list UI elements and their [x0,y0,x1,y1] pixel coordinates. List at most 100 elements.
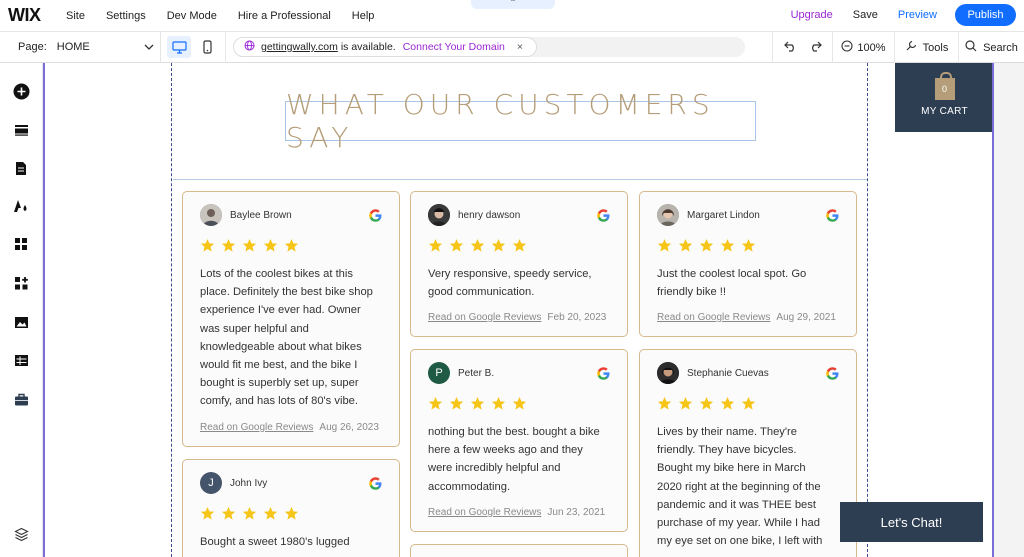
undo-redo [772,32,832,63]
undo-icon[interactable] [783,41,797,55]
cart-label: MY CART [921,106,968,117]
left-sidebar [0,63,43,557]
chat-button[interactable]: Let's Chat! [840,502,983,542]
review-line: here a few weeks ago and they [428,444,583,457]
apps-icon[interactable] [12,235,30,253]
review-line: was super helpful and [200,322,309,335]
page-title[interactable]: WHAT OUR CUSTOMERS SAY [285,88,756,154]
review-line: Bought my bike here in March [657,462,806,475]
review-line: Very responsive, speedy service, [428,268,592,280]
star-icon [699,238,714,253]
desktop-icon[interactable] [167,36,191,58]
grid-guide-left [171,63,172,557]
review-card: Margaret Lindon Just the coolest local s… [639,191,857,337]
google-reviews-link[interactable]: Read on Google Reviews [657,312,770,323]
design-icon[interactable] [12,197,30,215]
review-line: knowledgeable about what bikes [200,340,362,353]
review-line: 2020 right at the beginning of the [657,480,821,493]
pages-icon[interactable] [12,159,30,177]
review-line: friendly bike !! [657,286,727,299]
connect-domain-link[interactable]: Connect Your Domain [403,41,505,53]
review-line: friendly. They have bicycles. [657,444,797,457]
review-line: place. Definitely the best bike shop [200,286,373,299]
editor-canvas[interactable]: WHAT OUR CUSTOMERS SAY 0 MY CART Baylee … [43,63,994,557]
reviewer-name: Stephanie Cuevas [687,367,769,379]
nav-dev-mode[interactable]: Dev Mode [167,10,217,22]
google-icon [825,208,840,223]
zoom-out-icon [841,40,853,55]
star-icon [699,396,714,411]
star-icon [512,396,527,411]
review-text: Bought a sweet 1980's lugged [200,533,350,551]
redo-icon[interactable] [809,41,822,55]
review-line: comfy, and has lots of 80's vibe. [200,395,359,408]
star-icon [284,238,299,253]
chevron-up-icon: ⌃ [509,0,517,7]
cart-widget[interactable]: 0 MY CART [895,63,992,132]
star-icon [678,396,693,411]
star-icon [678,238,693,253]
star-icon [221,238,236,253]
page-selector[interactable]: Page: HOME [18,41,160,53]
tools-button[interactable]: Tools [894,32,958,63]
review-line: experience I've ever had. Owner [200,304,361,317]
section-divider [173,179,867,180]
review-footer: Read on Google Reviews Jun 23, 2021 [428,507,605,518]
zoom-control[interactable]: 100% [832,32,894,63]
cms-icon[interactable] [12,351,30,369]
review-line: Lots of the coolest bikes at this [200,268,353,280]
avatar [657,204,679,226]
wix-logo[interactable]: WIX [8,5,66,26]
review-line: Bought a sweet 1980's lugged [200,536,350,548]
nav-hire-professional[interactable]: Hire a Professional [238,10,331,22]
avatar-initial: J [208,477,214,489]
avatar: J [200,472,222,494]
business-icon[interactable] [12,390,30,408]
google-icon [368,476,383,491]
star-rating [657,396,756,411]
domain-name[interactable]: gettingwally.com [261,41,338,53]
review-line: Lives by their name. They're [657,426,797,438]
google-reviews-link[interactable]: Read on Google Reviews [428,312,541,323]
layers-icon[interactable] [12,525,30,543]
nav-help[interactable]: Help [352,10,375,22]
review-line: nothing but the best. bought a bike [428,426,600,438]
star-icon [741,238,756,253]
publish-button[interactable]: Publish [955,4,1016,26]
avatar [657,362,679,384]
media-icon[interactable] [12,313,30,331]
reviewer-name: henry dawson [458,209,521,221]
review-card: J John Ivy Bought a sweet 1980's lugged [182,459,400,557]
review-date: Feb 20, 2023 [547,312,607,323]
review-text: Just the coolest local spot. Go friendly… [657,265,806,301]
star-icon [200,238,215,253]
star-rating [428,396,527,411]
sections-icon[interactable] [12,121,30,139]
close-icon[interactable]: × [517,41,523,53]
nav-settings[interactable]: Settings [106,10,146,22]
google-icon [368,208,383,223]
google-icon [596,366,611,381]
grid-guide-right [867,63,868,557]
star-icon [470,396,485,411]
review-line: my eye set on one bike, I left with [657,535,823,548]
preview-button[interactable]: Preview [898,9,937,21]
star-icon [657,238,672,253]
collapse-handle[interactable]: ⌃ [471,0,555,9]
star-icon [428,238,443,253]
avatar [200,204,222,226]
review-card: Baylee Brown Lots of the coolest bikes a… [182,191,400,447]
star-icon [263,506,278,521]
google-reviews-link[interactable]: Read on Google Reviews [428,507,541,518]
app-market-icon[interactable] [12,274,30,292]
search-button[interactable]: Search [958,32,1024,63]
upgrade-link[interactable]: Upgrade [791,9,833,21]
add-icon[interactable] [12,82,30,100]
nav-site[interactable]: Site [66,10,85,22]
mobile-icon[interactable] [195,36,219,58]
wrench-icon [905,40,917,55]
google-reviews-link[interactable]: Read on Google Reviews [200,422,313,433]
review-line: were incredibly helpful and [428,462,561,475]
save-button[interactable]: Save [853,9,878,21]
review-card: Stephanie Cuevas Lives by their name. Th… [639,349,857,557]
